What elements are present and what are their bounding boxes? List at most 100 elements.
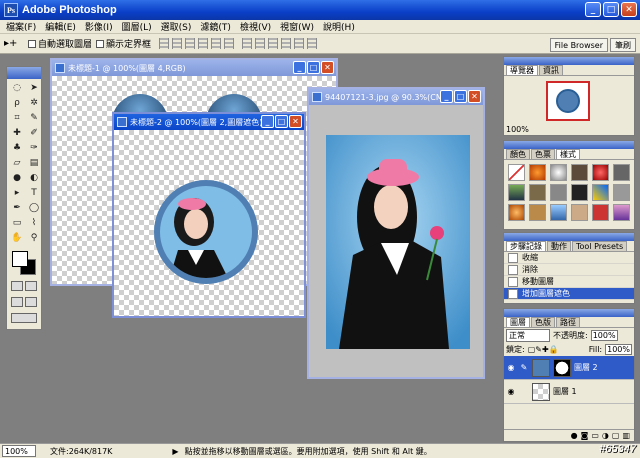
- style-swatch[interactable]: [550, 164, 567, 181]
- history-item[interactable]: 移動圖層: [504, 276, 634, 288]
- navigator-preview[interactable]: [546, 81, 590, 121]
- style-swatch[interactable]: [592, 184, 609, 201]
- tab-history[interactable]: 步驟記錄: [506, 241, 546, 251]
- tab-tool-presets[interactable]: Tool Presets: [572, 241, 628, 251]
- show-bounds-checkbox[interactable]: [96, 39, 105, 48]
- history-item[interactable]: 消除: [504, 264, 634, 276]
- imageready-icon[interactable]: [11, 313, 37, 323]
- style-swatch[interactable]: [529, 184, 546, 201]
- toolbox-header[interactable]: [7, 67, 41, 79]
- align-left-icon[interactable]: [198, 38, 209, 49]
- pen-tool-icon[interactable]: ✒: [9, 201, 25, 215]
- style-swatch[interactable]: [571, 184, 588, 201]
- menu-file[interactable]: 檔案(F): [6, 20, 36, 33]
- status-zoom-input[interactable]: 100%: [2, 445, 36, 457]
- menu-layer[interactable]: 圖層(L): [122, 20, 152, 33]
- tab-swatches[interactable]: 色票: [531, 149, 555, 159]
- document-3-pasteboard[interactable]: [309, 105, 483, 377]
- path-selection-tool-icon[interactable]: ▸: [9, 186, 25, 200]
- magic-wand-tool-icon[interactable]: ✲: [26, 96, 42, 110]
- layer-mask-thumbnail[interactable]: [553, 358, 571, 377]
- screen-mode-full-icon[interactable]: [25, 297, 37, 307]
- slice-tool-icon[interactable]: ✎: [26, 111, 42, 125]
- tab-info[interactable]: 資訊: [539, 65, 563, 75]
- zoom-tool-icon[interactable]: ⚲: [26, 231, 42, 245]
- style-swatch[interactable]: [613, 184, 630, 201]
- align-right-icon[interactable]: [224, 38, 235, 49]
- style-swatch[interactable]: [592, 204, 609, 221]
- fill-input[interactable]: 100%: [605, 343, 632, 355]
- brush-tool-icon[interactable]: ✐: [26, 126, 42, 140]
- clone-stamp-tool-icon[interactable]: ♣: [9, 141, 25, 155]
- menu-select[interactable]: 選取(S): [161, 20, 192, 33]
- history-brush-tool-icon[interactable]: ✑: [26, 141, 42, 155]
- style-swatch[interactable]: [529, 164, 546, 181]
- minimize-button[interactable]: _: [585, 2, 601, 17]
- gradient-tool-icon[interactable]: ▤: [26, 156, 42, 170]
- foreground-color-swatch[interactable]: [12, 251, 28, 267]
- menu-view[interactable]: 檢視(V): [240, 20, 271, 33]
- style-swatch[interactable]: [571, 164, 588, 181]
- tab-navigator[interactable]: 導覽器: [506, 65, 538, 75]
- brush-link-icon[interactable]: ✎: [519, 363, 529, 373]
- align-top-icon[interactable]: [159, 38, 170, 49]
- lasso-tool-icon[interactable]: ρ: [9, 96, 25, 110]
- eye-icon[interactable]: ◉: [506, 363, 516, 373]
- doc3-maximize-button[interactable]: □: [454, 90, 467, 103]
- layers-panel-header[interactable]: [504, 309, 634, 317]
- maximize-button[interactable]: □: [603, 2, 619, 17]
- align-hcenter-icon[interactable]: [211, 38, 222, 49]
- document-2-canvas[interactable]: [114, 130, 304, 316]
- layer-row[interactable]: ◉ 圖層 1: [504, 380, 634, 404]
- doc2-minimize-button[interactable]: _: [261, 115, 274, 128]
- doc2-close-button[interactable]: ✕: [289, 115, 302, 128]
- distribute-vcenter-icon[interactable]: [255, 38, 266, 49]
- style-swatch[interactable]: [550, 184, 567, 201]
- notes-tool-icon[interactable]: ▭: [9, 216, 25, 230]
- tab-brushes[interactable]: 筆刷: [610, 38, 636, 52]
- align-vcenter-icon[interactable]: [172, 38, 183, 49]
- document-3-title-bar[interactable]: 94407121-3.jpg @ 90.3%(CM... _ □ ✕: [309, 89, 483, 105]
- marquee-tool-icon[interactable]: ◌: [9, 81, 25, 95]
- type-tool-icon[interactable]: T: [26, 186, 42, 200]
- distribute-top-icon[interactable]: [242, 38, 253, 49]
- eraser-tool-icon[interactable]: ▱: [9, 156, 25, 170]
- distribute-right-icon[interactable]: [307, 38, 318, 49]
- style-swatch[interactable]: [613, 164, 630, 181]
- blur-tool-icon[interactable]: ●: [9, 171, 25, 185]
- tab-channels[interactable]: 色版: [531, 317, 555, 327]
- link-icon[interactable]: [519, 387, 529, 397]
- style-swatch[interactable]: [550, 204, 567, 221]
- doc1-maximize-button[interactable]: □: [307, 61, 320, 74]
- doc1-minimize-button[interactable]: _: [293, 61, 306, 74]
- crop-tool-icon[interactable]: ⌗: [9, 111, 25, 125]
- play-arrow-icon[interactable]: ▶: [172, 447, 178, 456]
- distribute-left-icon[interactable]: [281, 38, 292, 49]
- hand-tool-icon[interactable]: ✋: [9, 231, 25, 245]
- tab-layers[interactable]: 圖層: [506, 317, 530, 327]
- standard-mode-icon[interactable]: [11, 281, 23, 291]
- menu-window[interactable]: 視窗(W): [280, 20, 314, 33]
- move-tool-icon[interactable]: ➤: [26, 81, 42, 95]
- document-1-title-bar[interactable]: 未標題-1 @ 100%(圖層 4,RGB) _ □ ✕: [52, 60, 336, 76]
- doc2-maximize-button[interactable]: □: [275, 115, 288, 128]
- eyedropper-tool-icon[interactable]: ⌇: [26, 216, 42, 230]
- add-mask-icon[interactable]: ◙: [581, 431, 589, 440]
- menu-filter[interactable]: 濾鏡(T): [200, 20, 231, 33]
- adjustment-layer-icon[interactable]: ◑: [602, 431, 609, 440]
- style-swatch[interactable]: [529, 204, 546, 221]
- lock-icons[interactable]: ▢✎✚🔒: [528, 345, 562, 354]
- style-swatch[interactable]: [613, 204, 630, 221]
- screen-mode-standard-icon[interactable]: [11, 297, 23, 307]
- menu-image[interactable]: 影像(I): [85, 20, 113, 33]
- move-tool-preset-icon[interactable]: ▸+: [4, 38, 24, 49]
- tab-file-browser[interactable]: File Browser: [549, 38, 608, 52]
- menu-help[interactable]: 說明(H): [323, 20, 355, 33]
- history-item-selected[interactable]: 增加圖層遮色: [504, 288, 634, 300]
- document-window-2[interactable]: 未標題-2 @ 100%(圖層 2,圖層遮色) _ □ ✕: [112, 112, 306, 318]
- tab-color[interactable]: 顏色: [506, 149, 530, 159]
- blend-mode-select[interactable]: 正常: [506, 328, 550, 342]
- auto-select-checkbox[interactable]: [28, 39, 36, 48]
- dodge-tool-icon[interactable]: ◐: [26, 171, 42, 185]
- document-window-3[interactable]: 94407121-3.jpg @ 90.3%(CM... _ □ ✕: [307, 87, 485, 379]
